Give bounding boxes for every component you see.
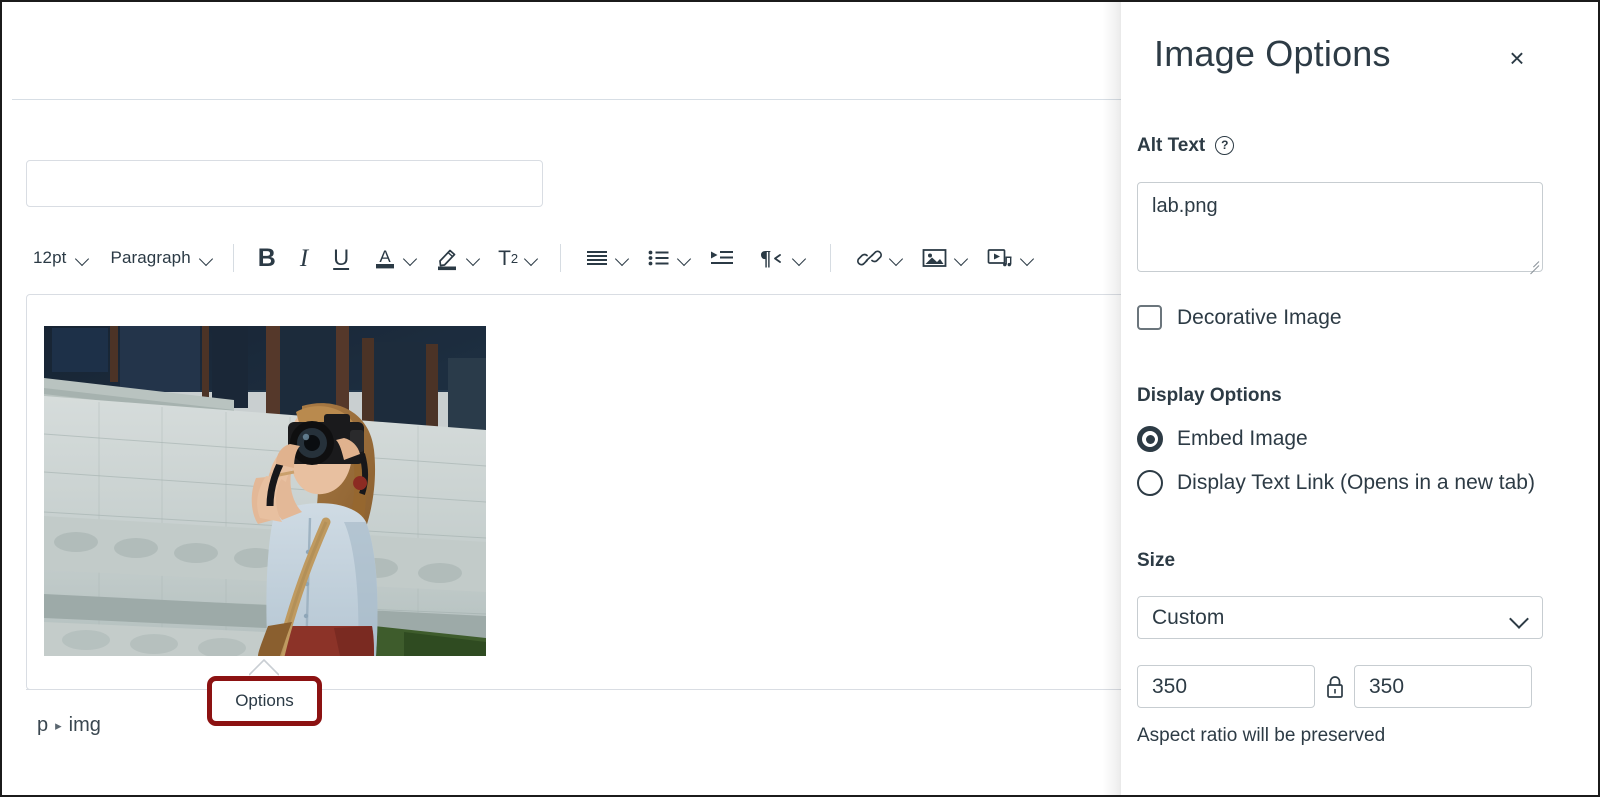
- tray-header: Image Options ×: [1121, 2, 1598, 108]
- decorative-image-label: Decorative Image: [1177, 305, 1342, 329]
- close-icon[interactable]: ×: [1499, 40, 1535, 76]
- svg-text:A: A: [379, 247, 391, 266]
- superscript-button[interactable]: T2: [488, 241, 520, 275]
- radio-display-text-link[interactable]: Display Text Link (Opens in a new tab): [1137, 470, 1535, 496]
- svg-text:¶: ¶: [760, 246, 771, 270]
- paragraph-direction-icon: ¶: [759, 246, 786, 270]
- align-menu[interactable]: [611, 241, 637, 275]
- embedded-image[interactable]: [44, 326, 486, 656]
- size-select-value: Custom: [1152, 605, 1225, 629]
- chevron-down-icon: [616, 254, 629, 262]
- font-size-label: 12pt: [33, 248, 67, 267]
- aspect-ratio-note: Aspect ratio will be preserved: [1137, 725, 1386, 746]
- alt-text-input[interactable]: [1137, 182, 1543, 272]
- radio-embed-image[interactable]: Embed Image: [1137, 426, 1308, 452]
- rce-content-area[interactable]: [26, 294, 1126, 690]
- chevron-down-icon: [678, 254, 691, 262]
- italic-button[interactable]: I: [287, 241, 321, 275]
- image-icon: [921, 246, 948, 270]
- radio-display-text-link-label: Display Text Link (Opens in a new tab): [1177, 471, 1535, 494]
- size-select[interactable]: Custom: [1137, 596, 1543, 639]
- decorative-image-checkbox[interactable]: Decorative Image: [1137, 305, 1342, 330]
- popover-baseline: [26, 689, 1126, 690]
- text-color-button[interactable]: A: [361, 241, 399, 275]
- display-options-label: Display Options: [1137, 385, 1282, 406]
- image-width-input[interactable]: [1137, 665, 1315, 708]
- toolbar-divider: [830, 244, 832, 272]
- bold-button[interactable]: B: [247, 241, 287, 275]
- header-divider: [12, 99, 1127, 100]
- media-menu[interactable]: [1016, 241, 1040, 275]
- block-format-label: Paragraph: [110, 248, 191, 267]
- image-button[interactable]: [911, 241, 950, 275]
- toolbar-divider: [560, 244, 562, 272]
- underline-button[interactable]: U: [321, 241, 361, 275]
- media-icon: [986, 246, 1014, 270]
- link-icon: [857, 246, 883, 270]
- breadcrumb-item-p[interactable]: p: [37, 714, 48, 737]
- image-options-popover-button[interactable]: Options: [207, 676, 322, 726]
- alt-text-label: Alt Text?: [1137, 135, 1235, 157]
- list-button[interactable]: [637, 241, 673, 275]
- underline-icon: U: [333, 245, 350, 270]
- chevron-down-icon: [1511, 612, 1527, 628]
- align-button[interactable]: [577, 241, 611, 275]
- list-menu[interactable]: [673, 241, 699, 275]
- link-menu[interactable]: [885, 241, 911, 275]
- image-height-input[interactable]: [1354, 665, 1532, 708]
- text-color-icon: A: [373, 245, 397, 271]
- chevron-down-icon: [955, 254, 968, 262]
- indent-increase-icon: [709, 247, 735, 269]
- chevron-down-icon: [793, 254, 806, 262]
- block-format-menu[interactable]: Paragraph: [104, 241, 220, 275]
- breadcrumb-item-img[interactable]: img: [69, 714, 101, 737]
- text-direction-menu[interactable]: [788, 241, 812, 275]
- bulleted-list-icon: [647, 247, 671, 269]
- options-button-label: Options: [235, 691, 294, 710]
- chevron-down-icon: [467, 254, 480, 262]
- radio-unselected-icon: [1137, 470, 1163, 496]
- italic-icon: I: [299, 244, 309, 272]
- highlight-color-button[interactable]: [425, 241, 462, 275]
- chevron-down-icon: [200, 254, 213, 262]
- app-window: 12pt Paragraph B I U A T 2 ¶ Options p ▸…: [0, 0, 1600, 797]
- radio-embed-image-label: Embed Image: [1177, 427, 1308, 450]
- bold-icon: B: [257, 243, 276, 272]
- superscript-menu[interactable]: [520, 241, 544, 275]
- rce-editor-region: 12pt Paragraph B I U A T 2 ¶ Options p ▸…: [2, 2, 1127, 795]
- highlight-color-menu[interactable]: [462, 241, 488, 275]
- chevron-down-icon: [404, 254, 417, 262]
- radio-selected-icon: [1137, 426, 1163, 452]
- image-options-tray: Image Options × Alt Text? Decorative Ima…: [1121, 2, 1598, 795]
- chevron-down-icon: [76, 254, 89, 262]
- size-label: Size: [1137, 550, 1176, 571]
- link-button[interactable]: [849, 241, 885, 275]
- chevron-down-icon: [890, 254, 903, 262]
- media-button[interactable]: [976, 241, 1016, 275]
- chevron-down-icon: [1021, 254, 1034, 262]
- tray-title: Image Options: [1154, 33, 1391, 74]
- superscript-icon: T2: [498, 246, 519, 270]
- highlighter-icon: [435, 245, 460, 271]
- toolbar-divider: [232, 244, 234, 272]
- breadcrumb-separator-icon: ▸: [55, 717, 62, 733]
- popover-arrow-icon: [249, 659, 279, 676]
- image-menu[interactable]: [950, 241, 976, 275]
- help-icon[interactable]: ?: [1215, 135, 1235, 155]
- text-color-menu[interactable]: [399, 241, 425, 275]
- align-left-icon: [585, 247, 609, 269]
- alt-text-label-text: Alt Text: [1137, 135, 1206, 156]
- chevron-down-icon: [525, 254, 538, 262]
- lock-icon[interactable]: [1324, 674, 1346, 700]
- checkbox-box-icon: [1137, 305, 1162, 330]
- element-path-breadcrumb: p ▸ img: [37, 714, 101, 737]
- text-direction-button[interactable]: ¶: [745, 241, 788, 275]
- rce-toolbar: 12pt Paragraph B I U A T 2 ¶: [26, 235, 1126, 281]
- indent-button[interactable]: [699, 241, 745, 275]
- font-size-menu[interactable]: 12pt: [26, 241, 96, 275]
- title-input[interactable]: [26, 160, 543, 207]
